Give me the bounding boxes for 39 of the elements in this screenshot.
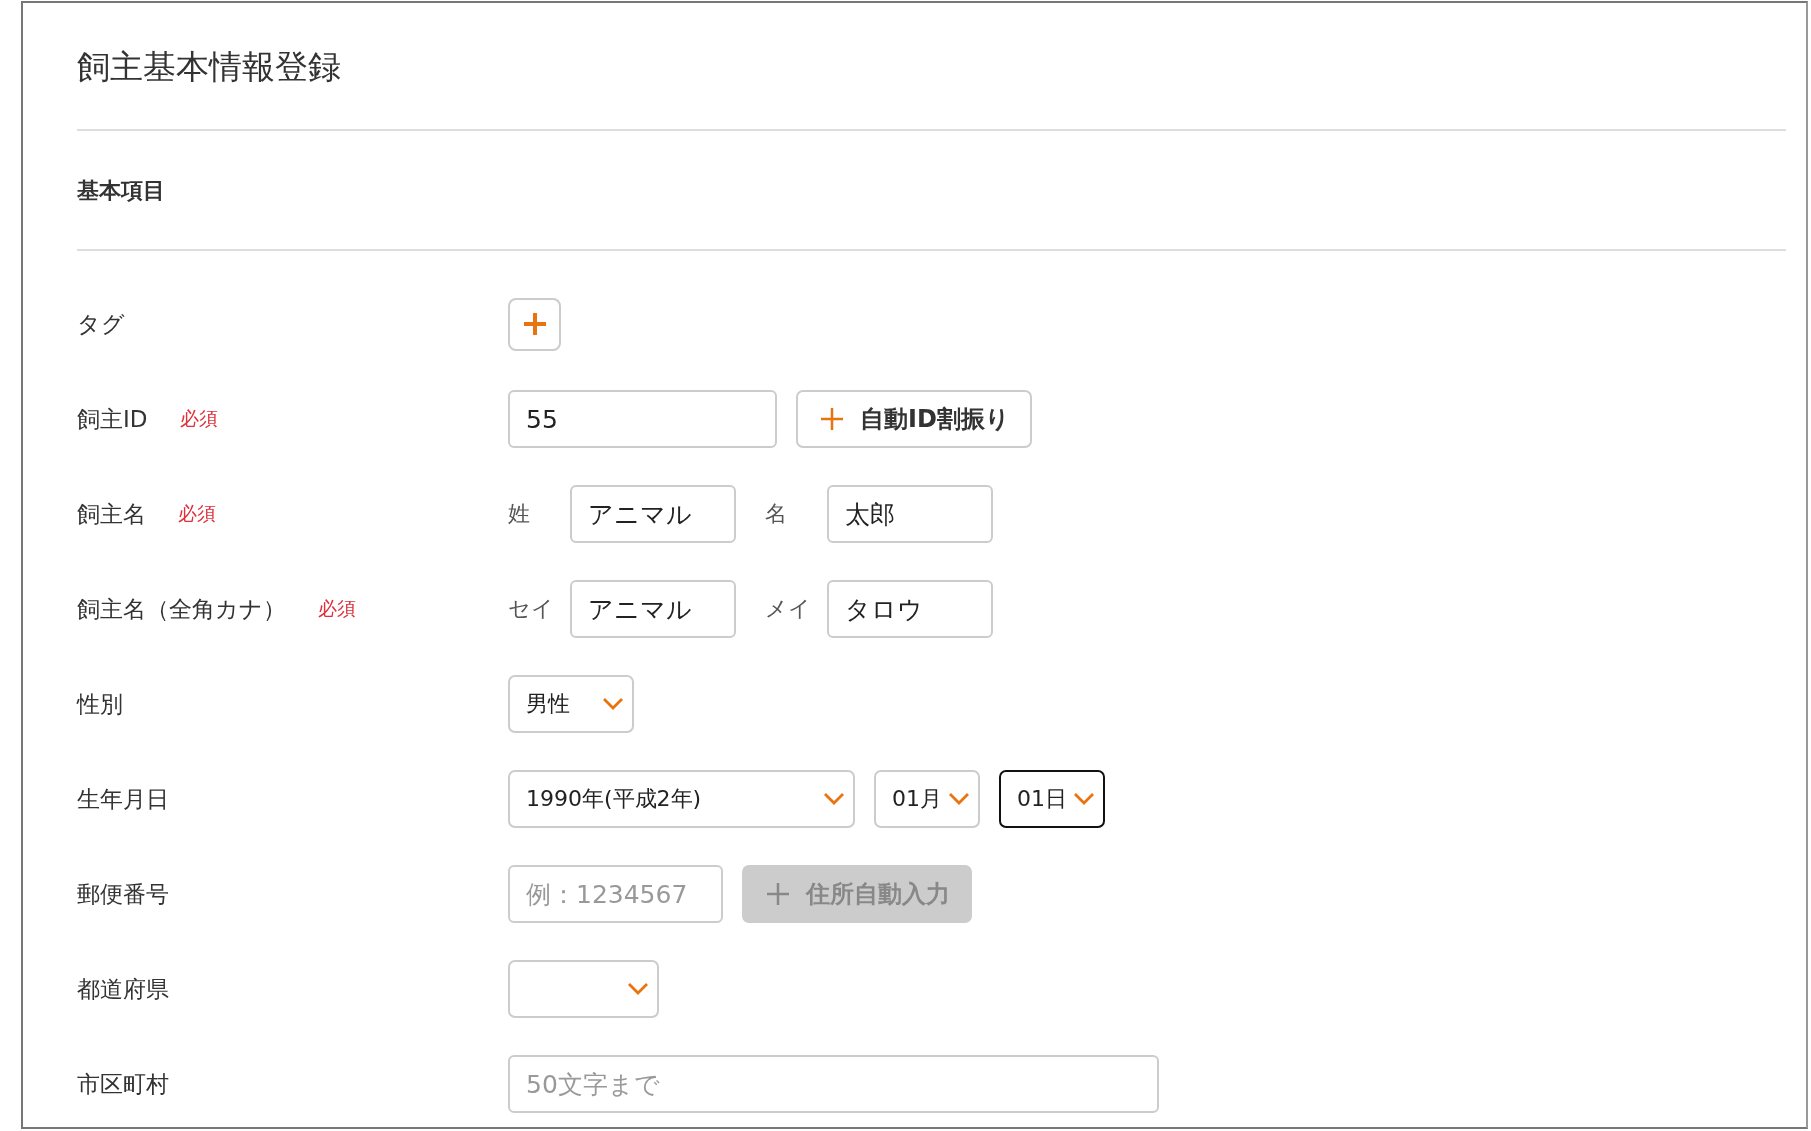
input-field[interactable]: アニマル [570,485,736,543]
input-field[interactable]: タロウ [827,580,993,638]
field-label: 飼主ID [77,404,148,434]
chevron-down-icon [602,697,624,711]
field-label: 都道府県 [77,974,169,1004]
required-label: 必須 [318,596,356,621]
select-field[interactable]: 男性 [508,675,634,733]
plus-icon [818,405,846,433]
select-field[interactable]: 01日 [999,770,1105,828]
field-label: 郵便番号 [77,879,169,909]
input-field[interactable]: 例：1234567 [508,865,723,923]
field-label: 市区町村 [77,1069,169,1099]
select-field[interactable]: 1990年(平成2年) [508,770,855,828]
input-field[interactable]: アニマル [570,580,736,638]
field-label: 飼主名 [77,499,146,529]
chevron-down-icon [627,982,649,996]
section-heading: 基本項目 [77,177,166,205]
chevron-down-icon [948,792,970,806]
chevron-down-icon [823,792,845,806]
input-field[interactable]: 55 [508,390,777,448]
auto-id-button[interactable]: 自動ID割振り [796,390,1032,448]
page-title: 飼主基本情報登録 [77,46,342,88]
sub-label: メイ [765,595,812,623]
sub-label: 姓 [508,500,531,528]
field-label: 飼主名（全角カナ） [77,594,286,624]
sub-label: セイ [508,595,555,623]
required-label: 必須 [179,406,218,431]
sub-label: 名 [765,500,788,528]
field-label: 生年月日 [77,784,169,814]
input-field[interactable]: 太郎 [827,485,993,543]
input-field[interactable]: 50文字まで [508,1055,1159,1113]
field-label: 性別 [77,689,123,719]
chevron-down-icon [1073,792,1095,806]
required-label: 必須 [178,501,216,526]
field-label: タグ [77,309,125,339]
plus-icon [764,880,792,908]
select-field[interactable]: 01月 [874,770,980,828]
add-tag-button[interactable] [508,297,561,351]
select-field[interactable] [508,960,659,1018]
